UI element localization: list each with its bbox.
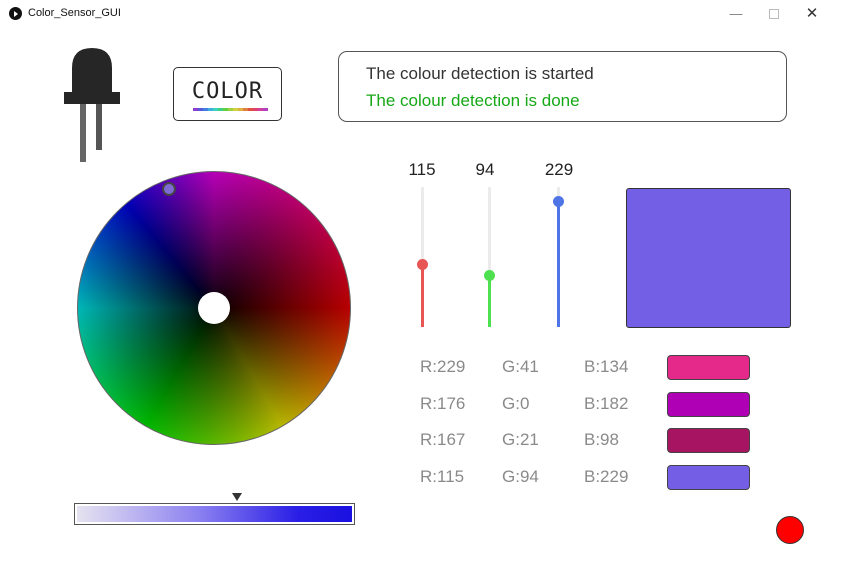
title-bar: Color_Sensor_GUI — ✕ xyxy=(0,0,852,28)
history-green-value: G:0 xyxy=(502,394,530,413)
history-row: R:229 G:41 B:134 xyxy=(420,355,760,380)
history-blue-value: B:98 xyxy=(584,430,619,449)
history-red-value: R:176 xyxy=(420,394,466,413)
brightness-marker-icon[interactable] xyxy=(231,493,242,501)
rainbow-strip xyxy=(193,108,268,111)
history-red-value: R:229 xyxy=(420,357,466,376)
history-green-value: G:21 xyxy=(502,430,539,449)
blue-slider-fill xyxy=(557,201,560,327)
green-slider[interactable] xyxy=(484,187,495,327)
history-red-value: R:167 xyxy=(420,430,466,449)
brightness-gradient-bar[interactable] xyxy=(74,503,355,525)
red-slider-value: 115 xyxy=(408,160,436,179)
history-blue-value: B:134 xyxy=(584,357,629,376)
status-panel: The colour detection is started The colo… xyxy=(338,51,787,122)
status-done-text: The colour detection is done xyxy=(366,91,580,110)
history-swatch[interactable] xyxy=(667,428,750,453)
color-wheel-picker-handle[interactable] xyxy=(162,182,176,196)
blue-slider-handle[interactable] xyxy=(553,196,564,207)
record-icon[interactable] xyxy=(776,516,804,544)
green-slider-value: 94 xyxy=(475,160,495,179)
minimize-button[interactable]: — xyxy=(726,4,746,24)
red-slider[interactable] xyxy=(417,187,428,327)
color-preview xyxy=(626,188,791,328)
led-icon xyxy=(64,48,120,162)
color-wheel[interactable] xyxy=(77,171,351,445)
brightness-gradient-fill xyxy=(77,506,352,522)
color-logo: COLOR xyxy=(173,67,282,121)
window-title: Color_Sensor_GUI xyxy=(28,7,121,19)
red-slider-handle[interactable] xyxy=(417,259,428,270)
history-swatch[interactable] xyxy=(667,465,750,490)
history-swatch[interactable] xyxy=(667,392,750,417)
red-slider-fill xyxy=(421,264,424,327)
history-row: R:176 G:0 B:182 xyxy=(420,392,760,417)
history-red-value: R:115 xyxy=(420,467,465,486)
history-blue-value: B:182 xyxy=(584,394,629,413)
green-slider-fill xyxy=(488,275,491,327)
blue-slider[interactable] xyxy=(553,187,564,327)
green-slider-handle[interactable] xyxy=(484,270,495,281)
history-blue-value: B:229 xyxy=(584,467,629,486)
close-button[interactable]: ✕ xyxy=(802,4,822,24)
history-row: R:115 G:94 B:229 xyxy=(420,465,760,490)
history-row: R:167 G:21 B:98 xyxy=(420,428,760,453)
maximize-button[interactable] xyxy=(764,4,784,24)
history-green-value: G:94 xyxy=(502,467,539,486)
blue-slider-value: 229 xyxy=(544,160,574,179)
color-logo-text: COLOR xyxy=(191,79,264,104)
history-green-value: G:41 xyxy=(502,357,539,376)
play-circle-icon xyxy=(9,7,22,20)
color-wheel-center xyxy=(198,292,230,324)
status-started-text: The colour detection is started xyxy=(366,64,594,83)
history-swatch[interactable] xyxy=(667,355,750,380)
